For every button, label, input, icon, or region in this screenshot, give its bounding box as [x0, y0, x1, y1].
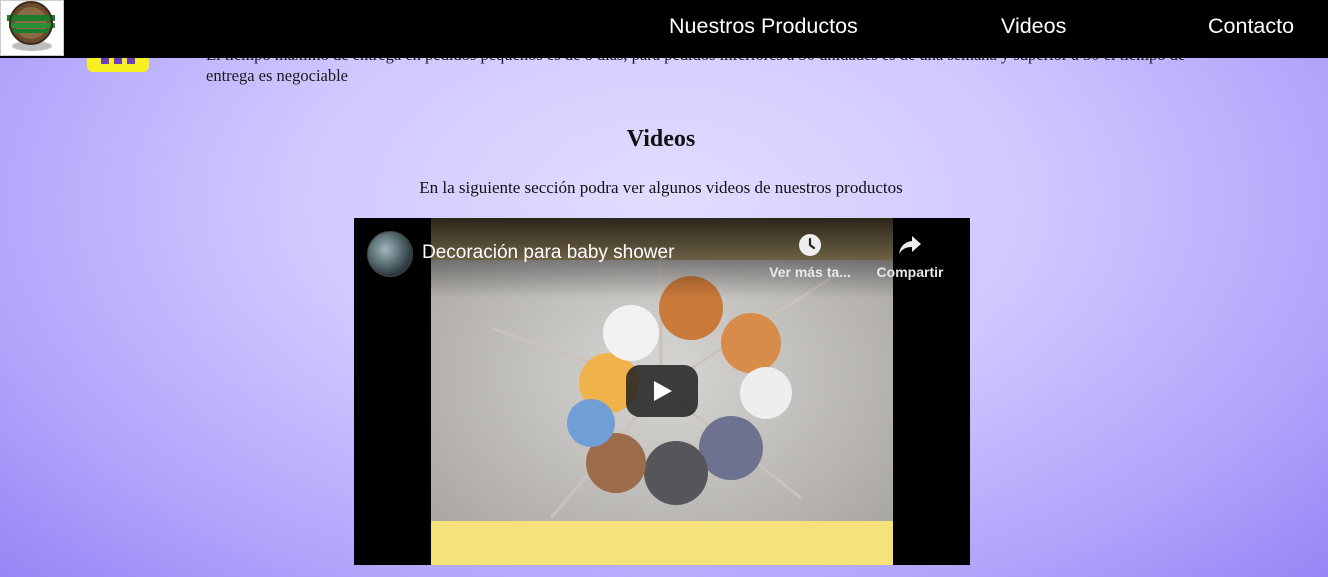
share-arrow-icon — [899, 236, 921, 254]
clock-icon — [799, 234, 821, 256]
play-button[interactable] — [626, 365, 698, 417]
videos-section-title: Videos — [626, 126, 696, 152]
channel-avatar[interactable] — [367, 231, 413, 277]
watch-later-button[interactable]: Ver más ta... — [764, 232, 856, 280]
video-player[interactable]: Decoración para baby shower Ver más ta..… — [354, 218, 970, 565]
nav-link-contacto[interactable]: Contacto — [1208, 14, 1294, 39]
store-logo-icon[interactable] — [0, 0, 64, 56]
play-icon — [654, 381, 672, 401]
nav-link-videos[interactable]: Videos — [1001, 14, 1066, 39]
nav-link-nuestros-productos[interactable]: Nuestros Productos — [669, 14, 858, 39]
watch-later-label: Ver más ta... — [769, 264, 851, 280]
videos-section-description: En la siguiente sección podra ver alguno… — [419, 178, 903, 197]
share-button[interactable]: Compartir — [864, 232, 956, 280]
share-label: Compartir — [876, 264, 944, 280]
video-title[interactable]: Decoración para baby shower — [422, 242, 674, 264]
navbar: Nuestros Productos Videos Contacto — [0, 0, 1328, 58]
